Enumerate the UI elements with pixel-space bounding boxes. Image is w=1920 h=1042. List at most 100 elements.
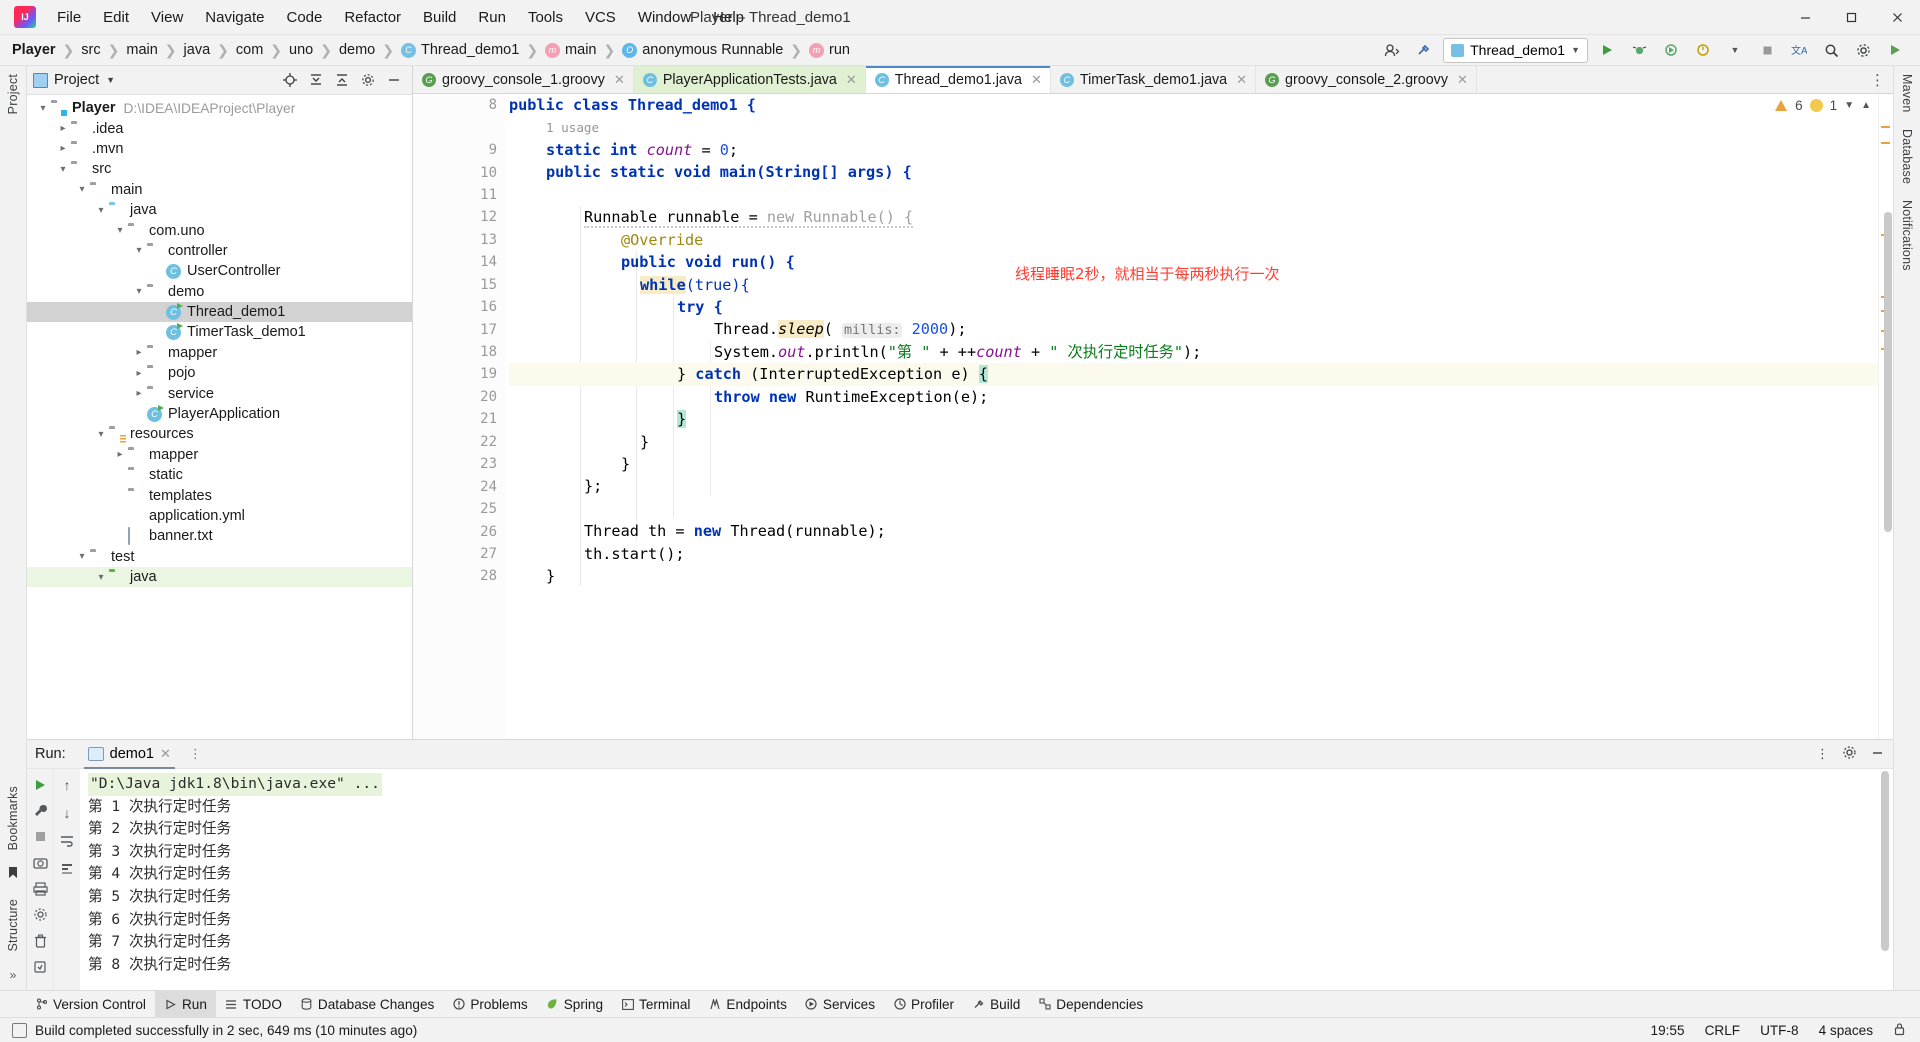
tool-window-problems[interactable]: Problems [443, 991, 536, 1017]
inspection-widget[interactable]: 6 1 ▼ ▲ [1775, 98, 1871, 113]
chevron-up-icon[interactable]: ▲ [1861, 100, 1871, 111]
tree-row-test-java[interactable]: ▾ java [27, 566, 412, 588]
close-button[interactable] [1874, 0, 1920, 34]
menu-vcs[interactable]: VCS [574, 5, 627, 30]
breadcrumb-item-thread-demo1[interactable]: C Thread_demo1 [397, 40, 523, 60]
tool-window-terminal[interactable]: Terminal [612, 991, 699, 1017]
encoding-label[interactable]: UTF-8 [1760, 1023, 1799, 1038]
tree-row-mvn[interactable]: ▸ .mvn [27, 139, 412, 159]
gear-icon[interactable] [1842, 745, 1857, 764]
tree-row-demo[interactable]: ▾ demo [27, 282, 412, 302]
chevron-down-icon[interactable]: ▾ [93, 205, 109, 216]
console-output[interactable]: "D:\Java jdk1.8\bin\java.exe" ... 第 1 次执… [80, 769, 1893, 990]
chevron-down-icon[interactable]: ▼ [1722, 38, 1748, 62]
tree-row-mapper-pkg[interactable]: ▸ mapper [27, 343, 412, 363]
tool-window-build[interactable]: Build [963, 991, 1029, 1017]
tab-timertask-demo1[interactable]: C TimerTask_demo1.java ✕ [1050, 66, 1257, 93]
run-button[interactable] [1594, 38, 1620, 62]
tree-row-controller[interactable]: ▾ controller [27, 241, 412, 261]
lock-icon[interactable] [1893, 1022, 1906, 1039]
breadcrumb-item-main-method[interactable]: m main [541, 40, 600, 60]
hide-panel-icon[interactable] [385, 71, 403, 89]
tree-row-player[interactable]: ▾ Player D:\IDEA\IDEAProject\Player [27, 98, 412, 118]
chevron-down-icon[interactable]: ▾ [55, 164, 71, 175]
tree-row-banner-txt[interactable]: banner.txt [27, 526, 412, 546]
tab-thread-demo1[interactable]: C Thread_demo1.java ✕ [865, 66, 1051, 93]
tool-window-run[interactable]: Run [154, 991, 216, 1017]
soft-wrap-icon[interactable] [59, 832, 76, 849]
tab-overflow-icon[interactable]: ⋮ [1862, 66, 1893, 93]
debug-button[interactable] [1626, 38, 1652, 62]
breadcrumb-item-com[interactable]: com [232, 40, 267, 60]
close-icon[interactable]: ✕ [846, 72, 857, 88]
minimize-icon[interactable] [1870, 745, 1885, 764]
run-with-coverage-button[interactable] [1658, 38, 1684, 62]
stop-icon[interactable] [32, 828, 49, 845]
chevron-down-icon[interactable]: ▾ [35, 103, 51, 114]
tool-window-services[interactable]: Services [796, 991, 884, 1017]
stop-button[interactable] [1754, 38, 1780, 62]
tree-row-playerapplication[interactable]: C PlayerApplication [27, 404, 412, 424]
status-message[interactable]: Build completed successfully in 2 sec, 6… [35, 1023, 417, 1038]
tree-row-main[interactable]: ▾ main [27, 180, 412, 200]
close-icon[interactable]: ✕ [1236, 72, 1247, 88]
down-arrow-icon[interactable]: ↓ [59, 804, 76, 821]
close-icon[interactable]: ✕ [160, 746, 171, 762]
tab-playerapplicationtests[interactable]: C PlayerApplicationTests.java ✕ [633, 66, 866, 93]
chevron-right-icon[interactable]: ▸ [131, 347, 147, 358]
tree-row-usercontroller[interactable]: C UserController [27, 261, 412, 281]
chevron-down-icon[interactable]: ▾ [131, 245, 147, 256]
tab-groovy-console-1[interactable]: G groovy_console_1.groovy ✕ [413, 66, 634, 93]
tree-row-pojo[interactable]: ▸ pojo [27, 363, 412, 383]
expand-all-icon[interactable] [333, 71, 351, 89]
sidebar-item-project[interactable]: Project [4, 66, 22, 122]
export-icon[interactable] [32, 958, 49, 975]
editor-markers-strip[interactable] [1878, 94, 1893, 739]
run-tab-demo1[interactable]: demo1 ✕ [80, 743, 179, 769]
chevron-right-icon[interactable]: ▸ [112, 449, 128, 460]
rerun-icon[interactable] [32, 776, 49, 793]
run-configuration-selector[interactable]: Thread_demo1 ▼ [1443, 37, 1588, 63]
account-icon[interactable] [1379, 38, 1405, 62]
tool-window-endpoints[interactable]: Endpoints [699, 991, 795, 1017]
tree-row-application-yml[interactable]: application.yml [27, 506, 412, 526]
up-arrow-icon[interactable]: ↑ [59, 776, 76, 793]
chevron-down-icon[interactable]: ▼ [106, 75, 115, 85]
sidebar-item-database[interactable]: Database [1898, 121, 1916, 192]
tree-row-static[interactable]: static [27, 465, 412, 485]
breadcrumb-item-run[interactable]: m run [805, 40, 854, 60]
close-icon[interactable]: ✕ [614, 72, 625, 88]
menu-run[interactable]: Run [467, 5, 517, 30]
maximize-button[interactable] [1828, 0, 1874, 34]
menu-edit[interactable]: Edit [92, 5, 140, 30]
chevron-down-icon[interactable]: ▾ [74, 551, 90, 562]
tree-row-java-src[interactable]: ▾ java [27, 200, 412, 220]
scroll-to-end-icon[interactable] [59, 860, 76, 877]
tree-row-resources[interactable]: ▾ resources [27, 424, 412, 444]
breadcrumb-item-player[interactable]: Player [8, 40, 60, 60]
console-scrollbar-thumb[interactable] [1881, 771, 1889, 951]
sidebar-item-bookmarks[interactable]: Bookmarks [4, 778, 22, 858]
sidebar-item-notifications[interactable]: Notifications [1898, 192, 1916, 279]
close-icon[interactable]: ✕ [1457, 72, 1468, 88]
tool-window-version-control[interactable]: Version Control [26, 991, 155, 1017]
trash-icon[interactable] [32, 932, 49, 949]
chevron-down-icon[interactable]: ▾ [112, 225, 128, 236]
breadcrumb-item-anonymous-runnable[interactable]: Oanonymous Runnable [618, 40, 787, 60]
print-icon[interactable] [32, 880, 49, 897]
tree-row-idea[interactable]: ▸ .idea [27, 118, 412, 138]
tree-row-service[interactable]: ▸ service [27, 383, 412, 403]
expand-rail-icon[interactable]: » [10, 968, 17, 982]
sidebar-item-maven[interactable]: Maven [1898, 66, 1916, 121]
updates-icon[interactable] [1882, 38, 1908, 62]
hammer-build-icon[interactable] [1411, 38, 1437, 62]
more-vertical-icon[interactable]: ⋮ [189, 746, 202, 762]
editor-scrollbar-thumb[interactable] [1884, 212, 1892, 532]
breadcrumb-item-java[interactable]: java [180, 40, 215, 60]
menu-build[interactable]: Build [412, 5, 467, 30]
tree-row-thread-demo1[interactable]: C Thread_demo1 [27, 301, 412, 323]
chevron-right-icon[interactable]: ▸ [55, 123, 71, 134]
editor-gutter[interactable]: 8 9 10▾ 11 12▾ 13 14 I [413, 94, 543, 739]
chevron-down-icon[interactable]: ▼ [1844, 100, 1854, 111]
sidebar-item-structure[interactable]: Structure [4, 891, 22, 960]
